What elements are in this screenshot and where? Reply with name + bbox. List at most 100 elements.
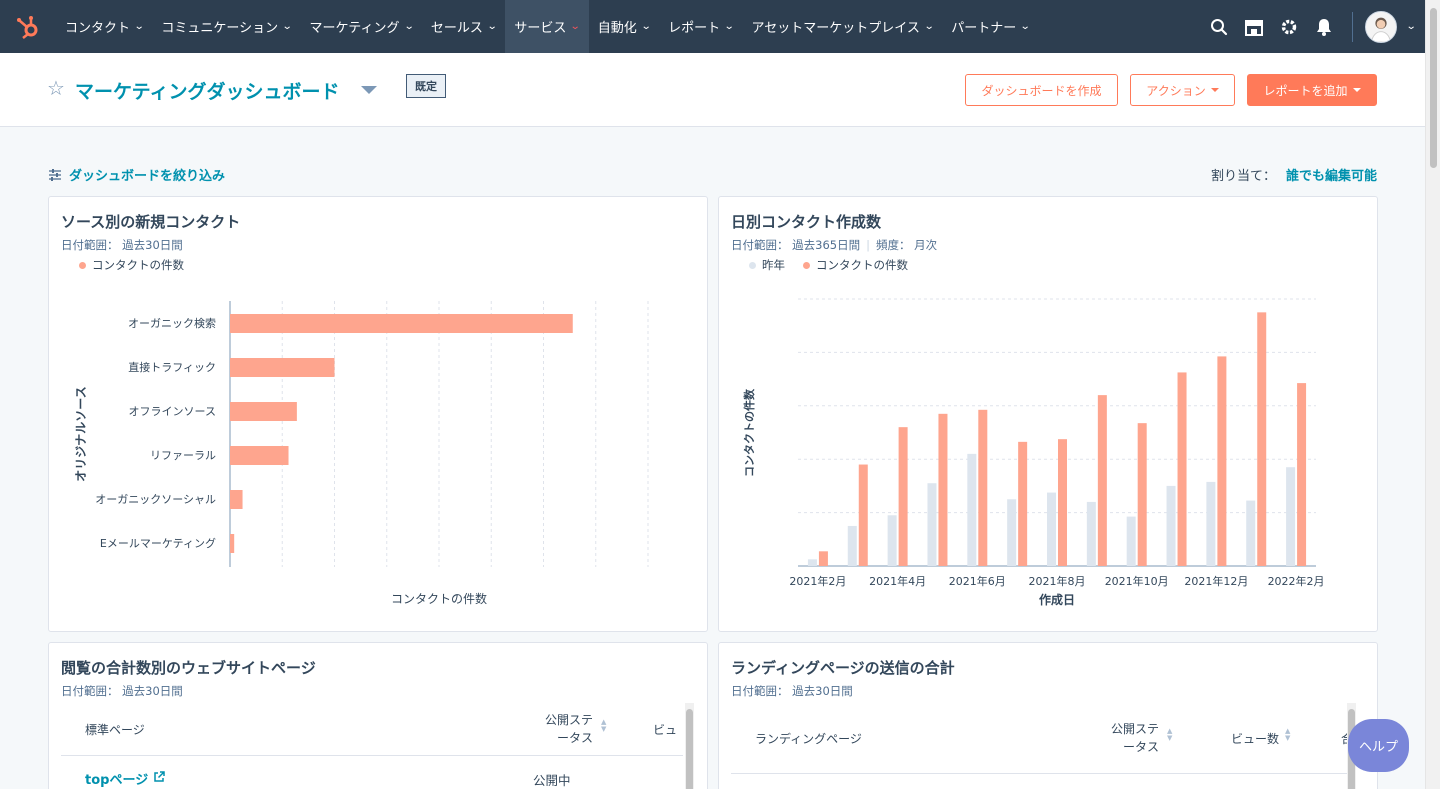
status-header-text: 公開ステ ータス bbox=[1110, 722, 1159, 754]
x-tick-label: 2021年2月 bbox=[789, 574, 846, 588]
bar-prev-3 bbox=[927, 483, 937, 566]
x-tick-label: 2021年6月 bbox=[949, 574, 1006, 588]
dashboard-filter-link[interactable]: ダッシュボードを絞り込み bbox=[48, 165, 225, 184]
bar-prev-11 bbox=[1246, 500, 1256, 566]
table-scrollbar[interactable] bbox=[685, 703, 694, 789]
create-dashboard-button[interactable]: ダッシュボードを作成 bbox=[965, 74, 1118, 106]
bar-4 bbox=[230, 490, 243, 509]
nav-item-4[interactable]: サービス ⌄ bbox=[505, 0, 589, 53]
filter-sliders-icon bbox=[49, 168, 61, 181]
bar-current-8 bbox=[1137, 423, 1147, 566]
report-card-website-pages[interactable]: 閲覧の合計数別のウェブサイトページ 日付範囲： 過去30日間 標準ページ 公開ス… bbox=[48, 642, 708, 789]
column-header-views[interactable]: ビュ bbox=[653, 721, 677, 738]
bar-prev-9 bbox=[1166, 485, 1176, 566]
page-title[interactable]: マーケティングダッシュボード bbox=[75, 77, 339, 104]
marketplace-icon[interactable] bbox=[1237, 0, 1272, 53]
nav-item-2[interactable]: マーケティング ⌄ bbox=[301, 0, 422, 53]
account-chevron-down-icon[interactable]: ⌄ bbox=[1405, 21, 1416, 32]
nav-item-6[interactable]: レポート ⌄ bbox=[659, 0, 742, 53]
x-tick-label: 2021年4月 bbox=[869, 574, 926, 588]
help-label: ヘルプ bbox=[1358, 740, 1398, 755]
bar-current-7 bbox=[1097, 395, 1107, 566]
nav-item-7[interactable]: アセットマーケットプレイス ⌄ bbox=[743, 0, 943, 53]
sort-icon[interactable]: ▲ ▼ bbox=[601, 719, 606, 733]
horizontal-bar-chart: オーガニック検索直接トラフィックオフラインソースリファーラルオーガニックソーシャ… bbox=[74, 301, 649, 606]
x-tick-label: 2021年10月 bbox=[1105, 574, 1169, 588]
nav-item-label: アセットマーケットプレイス bbox=[751, 21, 920, 36]
x-axis-label: 作成日 bbox=[1039, 592, 1075, 607]
nav-separator bbox=[1351, 11, 1353, 42]
column-header-views[interactable]: ビュー数 bbox=[1231, 730, 1279, 747]
bar-current-3 bbox=[938, 413, 948, 566]
column-header-status[interactable]: 公開ステ ータス bbox=[541, 711, 593, 747]
assign-value-link[interactable]: 誰でも編集可能 bbox=[1286, 165, 1377, 184]
hubspot-logo-icon[interactable] bbox=[0, 0, 56, 53]
chevron-down-icon: ⌄ bbox=[640, 21, 652, 32]
nav-item-5[interactable]: 自動化 ⌄ bbox=[589, 0, 659, 53]
nav-item-label: 自動化 bbox=[597, 21, 637, 36]
bar-current-1 bbox=[858, 464, 868, 566]
column-header-status[interactable]: 公開ステ ータス bbox=[1107, 720, 1159, 756]
actions-button[interactable]: アクション bbox=[1130, 74, 1235, 106]
nav-item-label: セールス bbox=[430, 21, 483, 36]
x-tick-label: 2022年2月 bbox=[1268, 574, 1325, 588]
bar-prev-12 bbox=[1286, 467, 1296, 566]
bar-current-10 bbox=[1217, 356, 1227, 566]
favorite-star-icon[interactable]: ☆ bbox=[47, 76, 65, 100]
sort-icon[interactable]: ▲ ▼ bbox=[1167, 728, 1172, 742]
chevron-down-icon: ⌄ bbox=[1020, 21, 1031, 32]
bar-3 bbox=[230, 446, 289, 465]
status-cell: 公開中 bbox=[533, 773, 571, 788]
bar-prev-7 bbox=[1086, 501, 1096, 566]
help-button[interactable]: ヘルプ bbox=[1348, 719, 1409, 772]
card-title[interactable]: 閲覧の合計数別のウェブサイトページ bbox=[61, 657, 316, 678]
category-label: オーガニック検索 bbox=[128, 316, 216, 330]
bar-prev-1 bbox=[847, 525, 857, 566]
report-card-new-contacts-by-source[interactable]: ソース別の新規コンタクト 日付範囲： 過去30日間 コンタクトの件数 オーガニッ… bbox=[48, 196, 708, 632]
default-badge: 既定 bbox=[406, 74, 446, 98]
avatar[interactable] bbox=[1364, 10, 1397, 43]
category-label: リファーラル bbox=[150, 449, 216, 462]
dashboard-switch-caret-icon[interactable] bbox=[361, 86, 377, 94]
bell-icon[interactable] bbox=[1307, 0, 1342, 53]
external-link-icon[interactable] bbox=[153, 771, 165, 783]
bar-current-5 bbox=[1018, 441, 1028, 566]
gear-icon[interactable] bbox=[1272, 0, 1307, 53]
column-header-landing-page[interactable]: ランディングページ bbox=[755, 730, 862, 747]
bar-current-6 bbox=[1058, 439, 1067, 566]
bar-1 bbox=[230, 358, 335, 377]
nav-item-label: マーケティング bbox=[309, 21, 400, 36]
report-card-daily-contacts-created[interactable]: 日別コンタクト作成数 日付範囲： 過去365日間 | 頻度： 月次 昨年 コンタクト… bbox=[718, 196, 1378, 632]
chevron-down-icon: ⌄ bbox=[570, 21, 581, 32]
sort-icon[interactable]: ▲ ▼ bbox=[1285, 728, 1290, 742]
y-axis-label: オリジナルソース bbox=[74, 386, 88, 481]
chevron-down-icon: ⌄ bbox=[923, 21, 935, 32]
bar-current-2 bbox=[898, 427, 908, 566]
nav-item-0[interactable]: コンタクト ⌄ bbox=[56, 0, 152, 53]
card-title[interactable]: ランディングページの送信の合計 bbox=[731, 657, 955, 678]
column-header-page[interactable]: 標準ページ bbox=[85, 721, 145, 738]
bar-prev-10 bbox=[1206, 481, 1216, 566]
y-axis-label: コンタクトの件数 bbox=[742, 388, 756, 477]
x-axis-label: コンタクトの件数 bbox=[391, 591, 487, 606]
bar-prev-2 bbox=[887, 515, 897, 566]
search-icon[interactable] bbox=[1202, 0, 1237, 53]
card-date-range: 日付範囲： 過去30日間 bbox=[731, 684, 853, 698]
page-scrollbar[interactable] bbox=[1425, 0, 1440, 789]
table-divider bbox=[731, 773, 1353, 774]
x-tick-label: 2021年8月 bbox=[1029, 574, 1086, 588]
nav-item-3[interactable]: セールス ⌄ bbox=[422, 0, 505, 53]
category-label: 直接トラフィック bbox=[128, 360, 216, 374]
status-header-text: 公開ステ ータス bbox=[544, 713, 593, 745]
nav-item-8[interactable]: パートナー ⌄ bbox=[942, 0, 1038, 53]
bar-current-11 bbox=[1257, 312, 1267, 566]
add-report-button[interactable]: レポートを追加 bbox=[1247, 74, 1377, 106]
nav-item-1[interactable]: コミュニケーション ⌄ bbox=[152, 0, 300, 53]
page-link[interactable]: topページ bbox=[85, 769, 148, 788]
assign-label: 割り当て： bbox=[1210, 169, 1276, 184]
report-card-landing-page-submissions[interactable]: ランディングページの送信の合計 日付範囲： 過去30日間 ランディングページ 公… bbox=[718, 642, 1378, 789]
nav-item-label: コミュニケーション bbox=[161, 21, 279, 36]
top-navigation: コンタクト ⌄ コミュニケーション ⌄ マーケティング ⌄ セールス ⌄ サービス ⌄ 自動化 ⌄ レポ… bbox=[0, 0, 1425, 53]
bar-current-9 bbox=[1177, 372, 1187, 566]
dashboard-header: ☆ マーケティングダッシュボード 既定 ダッシュボードを作成 アクション レポー… bbox=[0, 53, 1425, 127]
